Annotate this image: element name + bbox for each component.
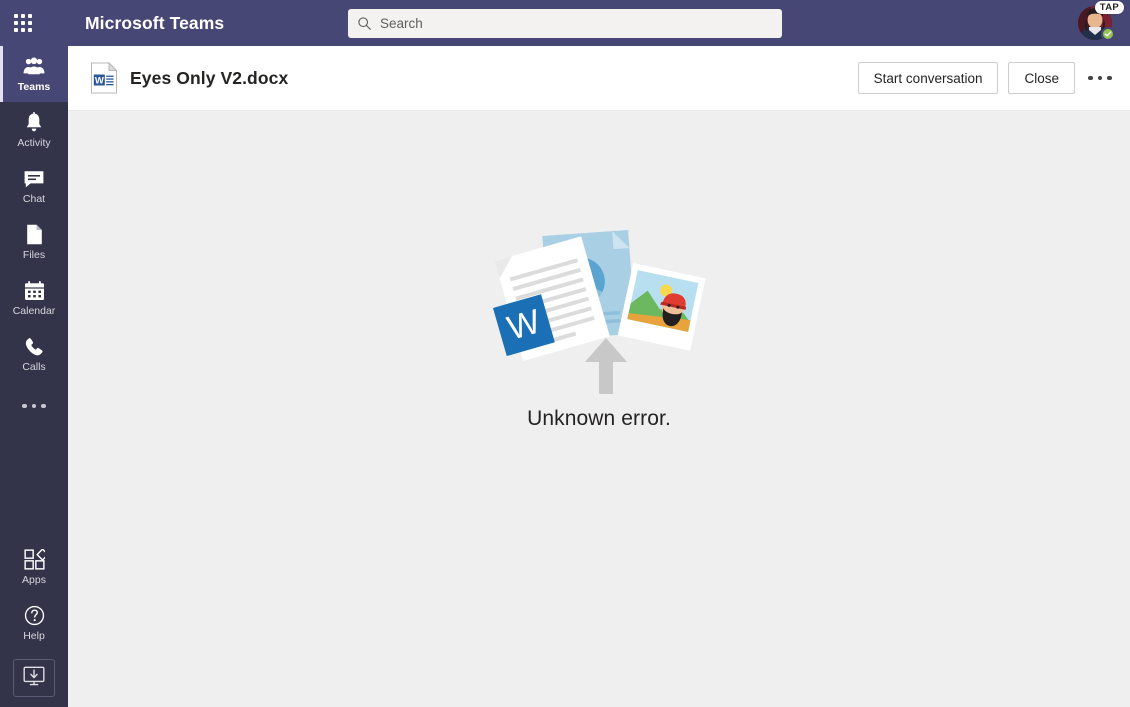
search-area: Search	[348, 9, 782, 38]
sidebar-item-label: Calls	[22, 360, 46, 373]
svg-text:W: W	[95, 75, 104, 86]
close-button[interactable]: Close	[1008, 62, 1075, 94]
rail-bottom-section: Apps Help	[0, 539, 68, 707]
teams-app-window: Microsoft Teams Search TAP Teams Activit…	[0, 0, 1130, 707]
main-content: W Eyes Only V2.docx Start conversation C…	[68, 46, 1130, 707]
sidebar-item-label: Apps	[22, 573, 46, 586]
bell-icon	[24, 112, 44, 134]
sidebar-item-apps[interactable]: Apps	[0, 539, 68, 595]
sidebar-item-calendar[interactable]: Calendar	[0, 270, 68, 326]
sidebar-item-label: Calendar	[12, 304, 56, 317]
left-rail: Teams Activity Chat Files Calendar Calls…	[0, 46, 68, 707]
start-conversation-button[interactable]: Start conversation	[857, 62, 999, 94]
sidebar-item-label: Activity	[17, 136, 51, 149]
body-row: Teams Activity Chat Files Calendar Calls…	[0, 46, 1130, 707]
presence-indicator	[1101, 27, 1115, 41]
top-bar: Microsoft Teams Search TAP	[0, 0, 1130, 46]
sidebar-item-label: Help	[23, 629, 45, 642]
sidebar-item-label: Chat	[22, 192, 46, 205]
sidebar-item-activity[interactable]: Activity	[0, 102, 68, 158]
word-document-icon: W	[90, 61, 118, 94]
sidebar-item-chat[interactable]: Chat	[0, 158, 68, 214]
content-canvas: W Unknown error.	[68, 111, 1130, 707]
sidebar-item-teams[interactable]: Teams	[0, 46, 68, 102]
sidebar-item-label: Teams	[17, 80, 51, 93]
ellipsis-icon	[1088, 75, 1112, 81]
error-message: Unknown error.	[527, 407, 671, 430]
calendar-icon	[24, 280, 45, 302]
app-launcher-button[interactable]	[0, 0, 46, 46]
teams-icon	[23, 56, 45, 78]
download-desktop-app-icon	[23, 666, 45, 691]
search-input[interactable]: Search	[348, 9, 782, 38]
tap-badge: TAP	[1094, 1, 1124, 14]
sidebar-item-calls[interactable]: Calls	[0, 326, 68, 382]
search-placeholder: Search	[380, 16, 423, 31]
more-options-button[interactable]	[1084, 62, 1116, 94]
app-launcher-grid-icon	[14, 14, 32, 32]
download-desktop-app-button[interactable]	[13, 659, 55, 697]
profile-area: TAP	[1072, 0, 1124, 46]
sidebar-item-help[interactable]: Help	[0, 595, 68, 651]
sidebar-item-label: Files	[22, 248, 46, 261]
sidebar-more-button[interactable]	[0, 382, 68, 430]
help-circle-icon	[24, 605, 45, 627]
document-header: W Eyes Only V2.docx Start conversation C…	[68, 46, 1130, 111]
ellipsis-icon	[22, 403, 46, 409]
phone-icon	[24, 336, 44, 358]
file-upload-illustration: W	[484, 224, 714, 399]
app-brand-title: Microsoft Teams	[85, 12, 225, 33]
file-icon	[26, 224, 43, 246]
apps-icon	[23, 549, 45, 571]
page-title: Eyes Only V2.docx	[130, 67, 289, 88]
search-icon	[357, 16, 372, 31]
chat-bubble-icon	[23, 168, 45, 190]
sidebar-item-files[interactable]: Files	[0, 214, 68, 270]
